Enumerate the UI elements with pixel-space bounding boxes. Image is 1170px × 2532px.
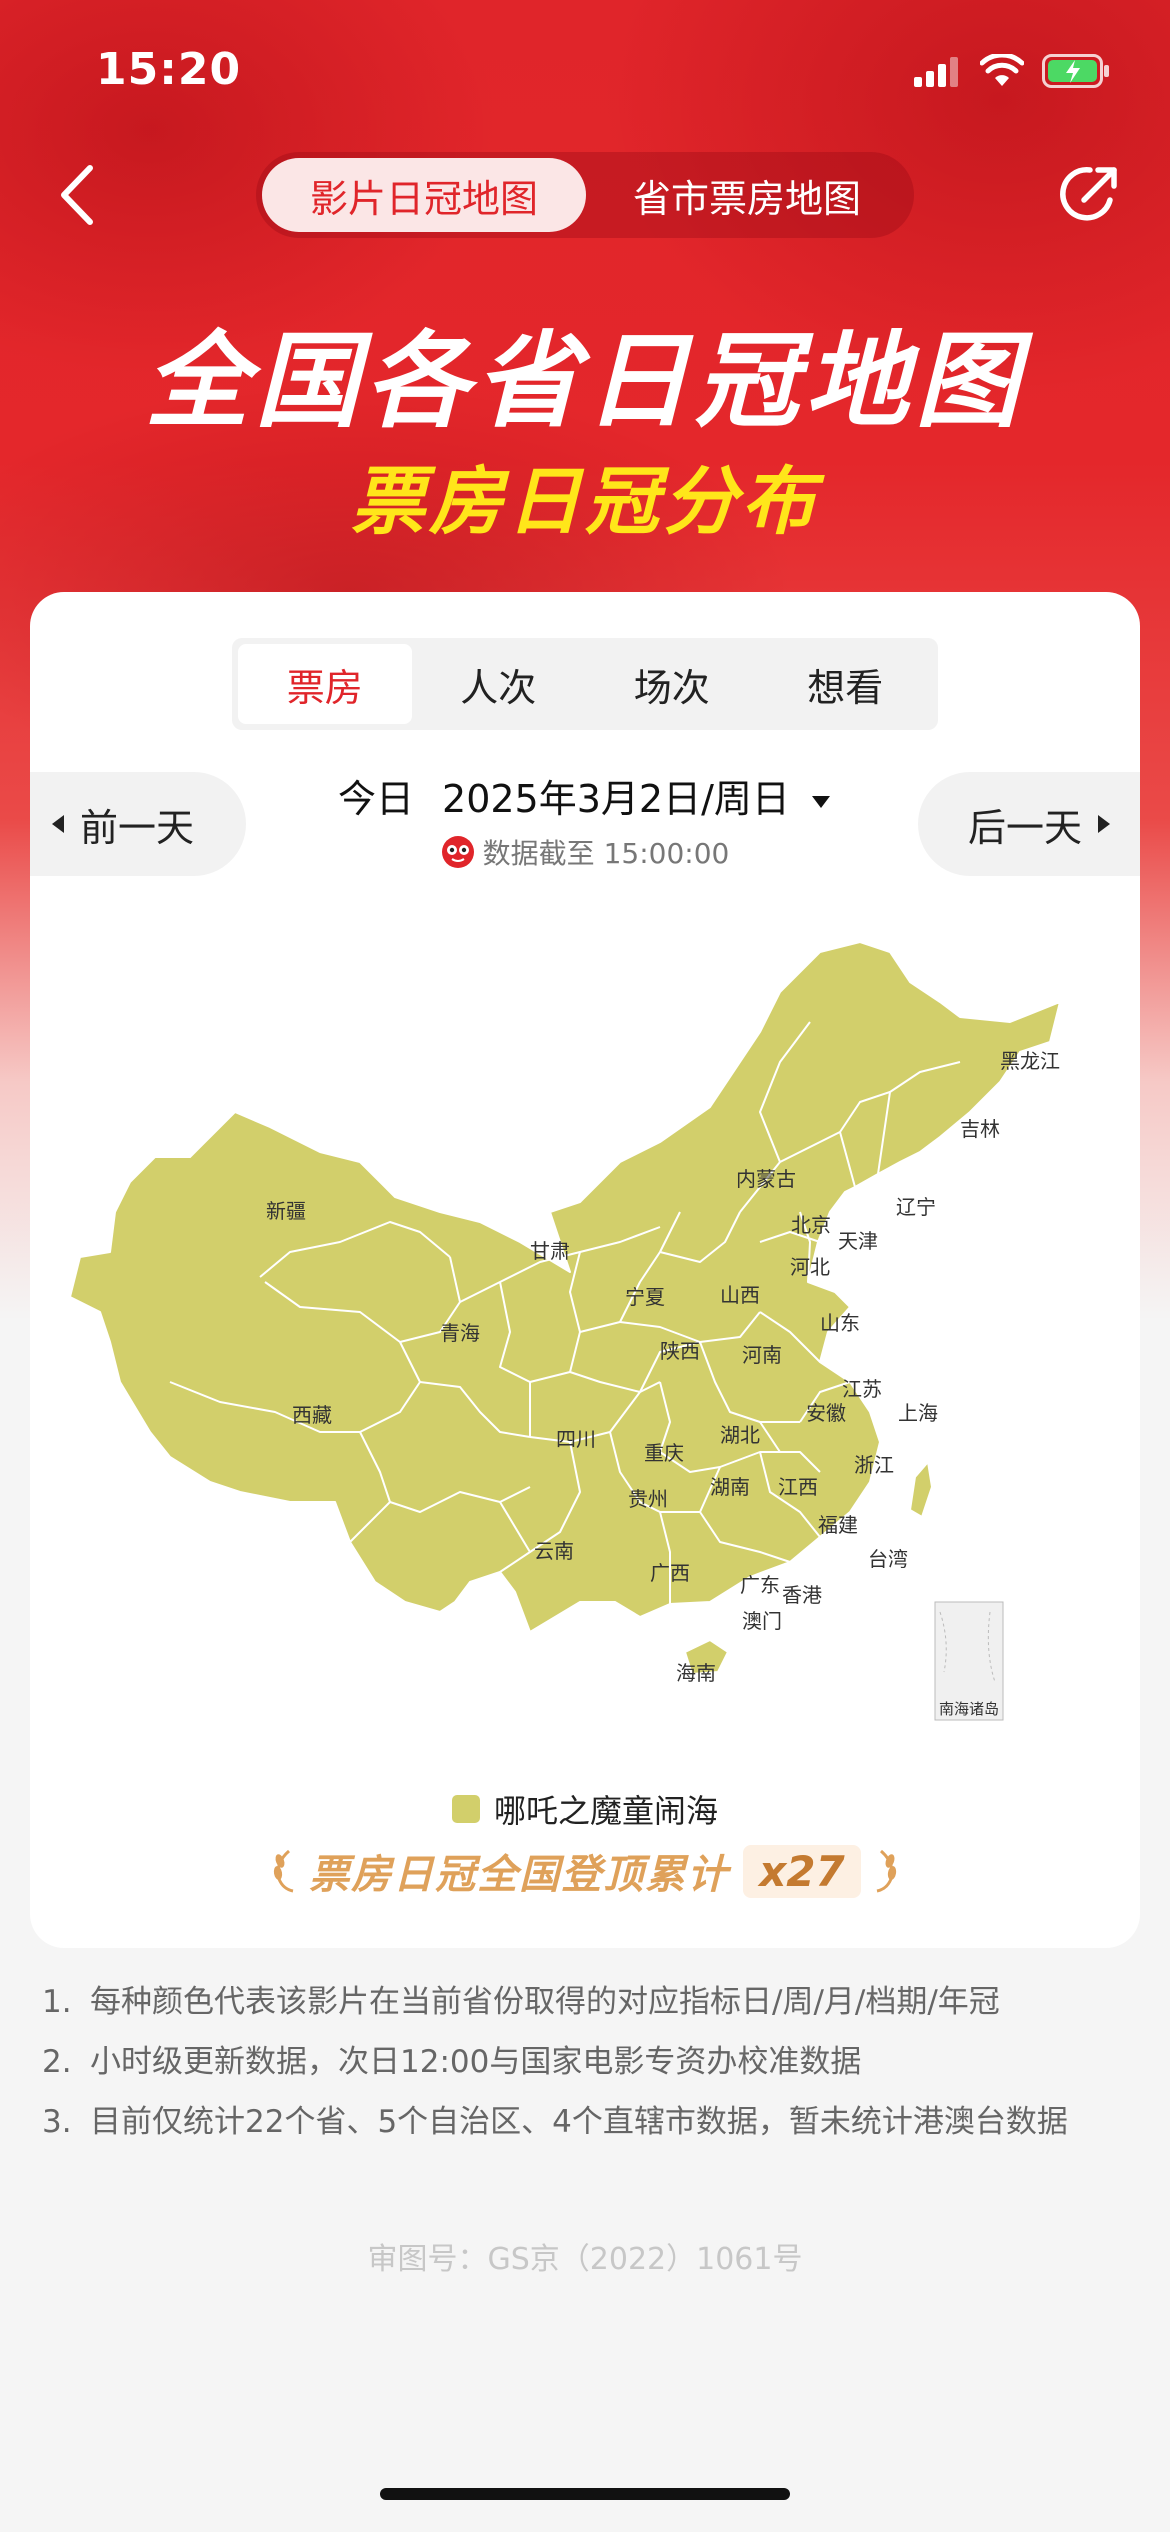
province-label: 宁夏: [625, 1285, 665, 1309]
update-time-text: 数据截至 15:00:00: [482, 837, 730, 870]
province-label: 北京: [791, 1213, 831, 1237]
back-button[interactable]: [50, 162, 110, 228]
status-time: 15:20: [96, 44, 242, 95]
note-item: 2. 小时级更新数据，次日12:00与国家电影专资办校准数据: [42, 2040, 1122, 2084]
province-label: 黑龙江: [1000, 1049, 1060, 1073]
province-label: 上海: [898, 1401, 938, 1425]
note-number: 3.: [42, 2104, 72, 2140]
hero-title: 全国各省日冠地图: [144, 320, 1025, 442]
hero-subtitle: 票房日冠分布: [351, 459, 819, 545]
province-label: 福建: [818, 1513, 858, 1537]
province-label: 新疆: [266, 1199, 306, 1223]
province-label: 云南: [534, 1539, 574, 1563]
battery-charging-icon: [1042, 54, 1109, 88]
tab-admissions[interactable]: 人次: [412, 644, 586, 724]
province-label: 河北: [790, 1255, 830, 1279]
province-label: 湖南: [710, 1475, 750, 1499]
province-label: 广东: [740, 1573, 780, 1597]
share-icon: [1060, 167, 1117, 221]
chevron-left-icon: [61, 165, 93, 225]
laurel-left-icon: [274, 1849, 294, 1893]
date-selector[interactable]: 今日 2025年3月2日/周日: [30, 768, 1140, 823]
tab-daily-crown-map[interactable]: 影片日冠地图: [262, 158, 586, 232]
metric-tabs: 票房 人次 场次 想看: [232, 638, 938, 730]
notes-list: 1. 每种颜色代表该影片在当前省份取得的对应指标日/周/月/档期/年冠 2. 小…: [42, 1980, 1122, 2160]
province-label: 河南: [742, 1343, 782, 1367]
tab-box-office[interactable]: 票房: [238, 644, 412, 724]
province-label: 吉林: [960, 1117, 1000, 1141]
province-label: 安徽: [806, 1401, 846, 1425]
province-label: 山西: [720, 1283, 760, 1307]
map-type-switch: 影片日冠地图 省市票房地图: [256, 152, 914, 238]
crown-count: x27: [743, 1844, 861, 1898]
note-item: 1. 每种颜色代表该影片在当前省份取得的对应指标日/周/月/档期/年冠: [42, 1980, 1122, 2024]
dropdown-triangle-icon: [811, 795, 830, 808]
current-date: 2025年3月2日/周日: [442, 777, 790, 821]
province-label: 山东: [820, 1311, 860, 1335]
crown-summary: 票房日冠全国登顶累计 x27: [30, 1842, 1140, 1900]
status-icons: [914, 54, 1110, 88]
inset-label: 南海诸岛: [939, 1700, 999, 1718]
province-label: 贵州: [628, 1487, 668, 1511]
note-number: 2.: [42, 2044, 72, 2080]
province-label: 广西: [650, 1561, 690, 1585]
note-number: 1.: [42, 1984, 72, 2020]
province-label: 天津: [838, 1229, 878, 1253]
legend-label: 哪吒之魔童闹海: [493, 1792, 718, 1830]
tab-want-to-see[interactable]: 想看: [759, 644, 933, 724]
province-label: 内蒙古: [736, 1167, 796, 1191]
note-item: 3. 目前仅统计22个省、5个自治区、4个直辖市数据，暂未统计港澳台数据: [42, 2100, 1122, 2144]
laurel-right-icon: [876, 1849, 896, 1893]
wifi-icon: [980, 54, 1024, 86]
province-label: 四川: [556, 1427, 596, 1451]
map-legend: 哪吒之魔童闹海: [30, 1786, 1140, 1832]
note-text: 目前仅统计22个省、5个自治区、4个直辖市数据，暂未统计港澳台数据: [90, 2104, 1068, 2140]
tab-province-box-office-map[interactable]: 省市票房地图: [586, 158, 908, 232]
province-label: 江苏: [842, 1377, 882, 1401]
legend-swatch: [451, 1795, 480, 1823]
province-label: 台湾: [868, 1547, 908, 1571]
note-text: 每种颜色代表该影片在当前省份取得的对应指标日/周/月/档期/年冠: [90, 1984, 1000, 2020]
share-button[interactable]: [1054, 158, 1126, 230]
province-label: 西藏: [292, 1403, 332, 1427]
crown-text: 票房日冠全国登顶累计: [309, 1852, 730, 1898]
province-label: 香港: [782, 1583, 822, 1607]
china-outline: [69, 941, 1061, 1633]
taiwan-shape: [909, 1461, 933, 1518]
map-approval-number: 审图号：GS京（2022）1061号: [367, 2242, 803, 2277]
province-label: 海南: [676, 1661, 716, 1685]
status-bar: 15:20: [0, 0, 1170, 140]
signal-icon: [914, 57, 958, 87]
note-text: 小时级更新数据，次日12:00与国家电影专资办校准数据: [90, 2044, 862, 2080]
province-label: 辽宁: [896, 1195, 936, 1219]
map-card: 票房 人次 场次 想看 前一天 后一天 今日 2025年3月2日/周日 数据截至 …: [30, 592, 1140, 1948]
province-label: 湖北: [720, 1423, 760, 1447]
province-label: 澳门: [742, 1609, 782, 1633]
province-label: 江西: [778, 1475, 818, 1499]
south-china-sea-inset: 南海诸岛: [934, 1601, 1004, 1721]
province-label: 重庆: [644, 1441, 684, 1465]
tab-screenings[interactable]: 场次: [585, 644, 759, 724]
province-label: 浙江: [854, 1453, 894, 1477]
maoyan-logo-icon: [441, 836, 474, 868]
home-indicator[interactable]: [380, 2488, 790, 2500]
today-label: 今日: [338, 777, 415, 821]
top-nav: 影片日冠地图 省市票房地图: [0, 140, 1170, 250]
china-map[interactable]: 南海诸岛 黑龙江 吉林 辽宁 内蒙古 北京 天津 河北 山西 山东 新疆 甘肃 …: [60, 912, 1120, 1742]
map-landmass: [69, 941, 1061, 1675]
province-label: 甘肃: [530, 1239, 570, 1263]
province-label: 陕西: [660, 1339, 700, 1363]
update-info: 数据截至 15:00:00: [30, 832, 1140, 872]
china-map-svg: 南海诸岛 黑龙江 吉林 辽宁 内蒙古 北京 天津 河北 山西 山东 新疆 甘肃 …: [69, 941, 1061, 1721]
province-label: 青海: [440, 1321, 480, 1345]
